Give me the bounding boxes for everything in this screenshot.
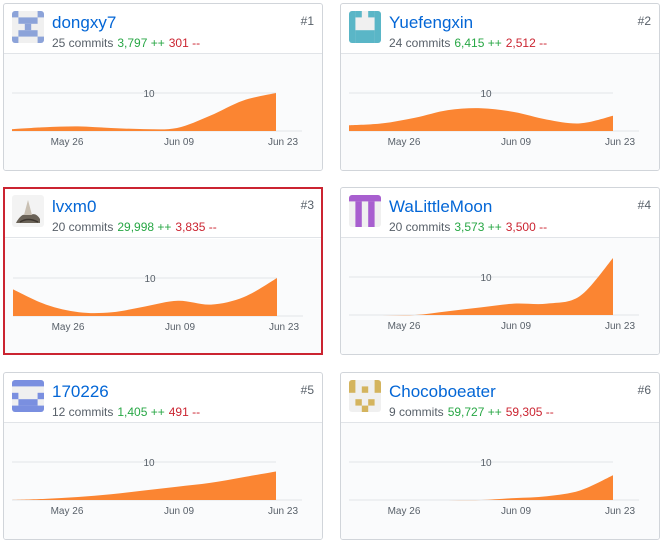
area-chart: 10 May 26 Jun 09 Jun 23 (349, 258, 639, 332)
contributor-card: 170226 12 commits 1,405 ++ 491 -- #5 10 May 26… (3, 372, 323, 540)
commit-stats: 20 commits 3,573 ++ 3,500 -- (389, 220, 547, 234)
username-link[interactable]: dongxy7 (52, 13, 116, 33)
commits-link[interactable]: 9 commits (389, 405, 444, 419)
contributor-card: Chocoboeater 9 commits 59,727 ++ 59,305 -- #… (340, 372, 660, 540)
rank-badge: #1 (300, 14, 314, 28)
contributor-card: Yuefengxin 24 commits 6,415 ++ 2,512 -- #2 10… (340, 3, 660, 171)
commit-stats: 24 commits 6,415 ++ 2,512 -- (389, 36, 547, 50)
x-tick-label: Jun 09 (164, 506, 194, 517)
additions-count: 29,998 ++ (117, 220, 172, 234)
deletions-count: 301 -- (168, 36, 201, 50)
contribution-chart: 10 May 26 Jun 09 Jun 23 (341, 423, 659, 539)
y-tick-label: 10 (480, 458, 492, 469)
rank-badge: #6 (637, 383, 651, 397)
card-header: dongxy7 25 commits 3,797 ++ 301 -- #1 (4, 4, 322, 54)
rank-badge: #3 (300, 198, 314, 212)
rank-badge: #2 (637, 14, 651, 28)
contribution-chart: 10 May 26 Jun 09 Jun 23 (4, 423, 322, 539)
commits-link[interactable]: 12 commits (52, 405, 113, 419)
x-tick-label: May 26 (52, 322, 85, 333)
area-chart: 10 May 26 Jun 09 Jun 23 (12, 89, 302, 148)
contribution-area (349, 108, 613, 131)
avatar[interactable] (349, 195, 381, 227)
contribution-chart: 10 May 26 Jun 09 Jun 23 (341, 238, 659, 354)
deletions-count: 59,305 -- (505, 405, 554, 419)
commits-link[interactable]: 24 commits (389, 36, 450, 50)
deletions-count: 3,500 -- (505, 220, 548, 234)
contribution-chart: 10 May 26 Jun 09 Jun 23 (341, 54, 659, 170)
x-tick-label: Jun 23 (268, 137, 298, 148)
x-tick-label: Jun 23 (605, 137, 635, 148)
username-link[interactable]: Yuefengxin (389, 13, 473, 33)
deletions-count: 491 -- (168, 405, 201, 419)
card-header: lvxm0 20 commits 29,998 ++ 3,835 -- #3 (5, 189, 321, 238)
commit-stats: 12 commits 1,405 ++ 491 -- (52, 405, 200, 419)
x-tick-label: Jun 09 (165, 322, 195, 333)
contribution-chart: 10 May 26 Jun 09 Jun 23 (4, 54, 322, 170)
area-chart: 10 May 26 Jun 09 Jun 23 (13, 274, 303, 333)
deletions-count: 2,512 -- (505, 36, 548, 50)
commits-link[interactable]: 25 commits (52, 36, 113, 50)
y-tick-label: 10 (480, 89, 492, 100)
username-link[interactable]: WaLittleMoon (389, 197, 492, 217)
card-header: Chocoboeater 9 commits 59,727 ++ 59,305 -- #… (341, 373, 659, 423)
card-header: WaLittleMoon 20 commits 3,573 ++ 3,500 -- #4 (341, 188, 659, 238)
x-tick-label: May 26 (388, 506, 421, 517)
commits-link[interactable]: 20 commits (52, 220, 113, 234)
avatar[interactable] (12, 11, 44, 43)
x-tick-label: May 26 (388, 137, 421, 148)
avatar[interactable] (12, 380, 44, 412)
additions-count: 6,415 ++ (454, 36, 502, 50)
y-tick-label: 10 (144, 274, 156, 285)
area-chart: 10 May 26 Jun 09 Jun 23 (349, 458, 639, 517)
username-link[interactable]: 170226 (52, 382, 109, 402)
username-link[interactable]: lvxm0 (52, 197, 96, 217)
additions-count: 3,573 ++ (454, 220, 502, 234)
x-tick-label: Jun 23 (605, 506, 635, 517)
x-tick-label: Jun 09 (501, 137, 531, 148)
contributor-card: WaLittleMoon 20 commits 3,573 ++ 3,500 -- #4… (340, 187, 660, 355)
avatar[interactable] (12, 195, 44, 227)
contribution-area (12, 471, 276, 500)
contributor-card: lvxm0 20 commits 29,998 ++ 3,835 -- #3 10 May … (3, 187, 323, 355)
card-header: Yuefengxin 24 commits 6,415 ++ 2,512 -- #2 (341, 4, 659, 54)
x-tick-label: May 26 (388, 321, 421, 332)
y-tick-label: 10 (143, 89, 155, 100)
y-tick-label: 10 (143, 458, 155, 469)
commit-stats: 20 commits 29,998 ++ 3,835 -- (52, 220, 217, 234)
contribution-area (349, 258, 613, 316)
x-tick-label: Jun 09 (164, 137, 194, 148)
avatar[interactable] (349, 380, 381, 412)
rank-badge: #5 (300, 383, 314, 397)
x-tick-label: Jun 09 (501, 321, 531, 332)
area-chart: 10 May 26 Jun 09 Jun 23 (349, 89, 639, 148)
username-link[interactable]: Chocoboeater (389, 382, 496, 402)
commit-stats: 25 commits 3,797 ++ 301 -- (52, 36, 200, 50)
x-tick-label: May 26 (51, 506, 84, 517)
additions-count: 1,405 ++ (117, 405, 165, 419)
x-tick-label: Jun 09 (501, 506, 531, 517)
rank-badge: #4 (637, 198, 651, 212)
avatar[interactable] (349, 11, 381, 43)
contributor-card: dongxy7 25 commits 3,797 ++ 301 -- #1 10 May 2… (3, 3, 323, 171)
y-tick-label: 10 (480, 273, 492, 284)
x-tick-label: May 26 (51, 137, 84, 148)
commits-link[interactable]: 20 commits (389, 220, 450, 234)
card-header: 170226 12 commits 1,405 ++ 491 -- #5 (4, 373, 322, 423)
x-tick-label: Jun 23 (269, 322, 299, 333)
x-tick-label: Jun 23 (605, 321, 635, 332)
commit-stats: 9 commits 59,727 ++ 59,305 -- (389, 405, 554, 419)
additions-count: 3,797 ++ (117, 36, 165, 50)
contribution-area (349, 475, 613, 501)
additions-count: 59,727 ++ (447, 405, 502, 419)
area-chart: 10 May 26 Jun 09 Jun 23 (12, 458, 302, 517)
contribution-chart: 10 May 26 Jun 09 Jun 23 (5, 239, 321, 353)
x-tick-label: Jun 23 (268, 506, 298, 517)
deletions-count: 3,835 -- (175, 220, 217, 234)
